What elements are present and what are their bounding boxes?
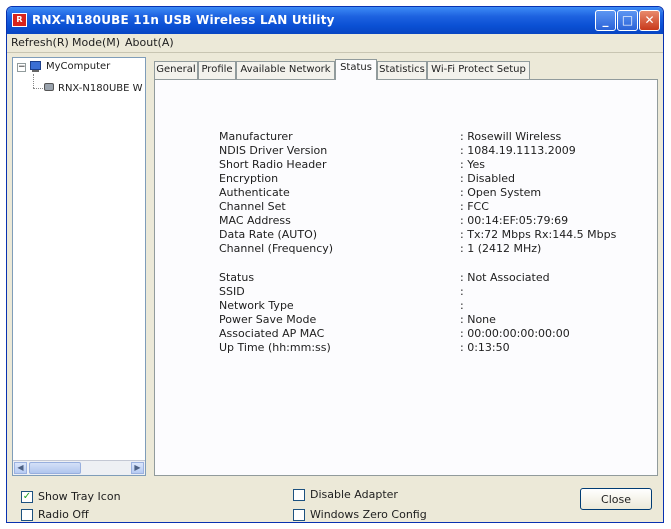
status-panel: Manufacturer : Rosewill Wireless NDIS Dr… — [154, 79, 658, 476]
menu-mode[interactable]: Mode(M) — [72, 36, 120, 49]
field-label: NDIS Driver Version — [219, 144, 328, 157]
tab-available-network[interactable]: Available Network — [236, 61, 335, 79]
field-label: Authenticate — [219, 186, 290, 199]
field-value: : 00:14:EF:05:79:69 — [460, 214, 569, 227]
field-label: Encryption — [219, 172, 279, 185]
field-value: : Open System — [460, 186, 542, 199]
field-label: Short Radio Header — [219, 158, 327, 171]
tree-item-adapter[interactable]: RNX-N180UBE W — [58, 83, 143, 94]
close-button[interactable]: Close — [580, 488, 652, 510]
app-window: R RNX-N180UBE 11n USB Wireless LAN Utili… — [6, 6, 664, 523]
radio-off-label: Radio Off — [38, 508, 89, 521]
field-value: : 0:13:50 — [460, 341, 510, 354]
menu-bar: Refresh(R) Mode(M) About(A) — [7, 34, 663, 53]
computer-icon — [30, 61, 41, 70]
field-value: : None — [460, 313, 496, 326]
tab-wifi-protect-setup[interactable]: Wi-Fi Protect Setup — [427, 61, 530, 79]
field-label: Power Save Mode — [219, 313, 317, 326]
disable-adapter-checkbox[interactable] — [293, 489, 305, 501]
field-label: Channel Set — [219, 200, 286, 213]
computer-stand — [32, 70, 39, 72]
radio-off-checkbox[interactable] — [21, 509, 33, 521]
menu-refresh[interactable]: Refresh(R) — [11, 36, 69, 49]
field-label: Data Rate (AUTO) — [219, 228, 318, 241]
tree-item-mycomputer[interactable]: MyComputer — [46, 61, 110, 72]
tab-statistics[interactable]: Statistics — [377, 61, 427, 79]
field-value: : — [460, 285, 464, 298]
scroll-thumb[interactable] — [29, 462, 81, 474]
field-label: Status — [219, 271, 255, 284]
field-label: Network Type — [219, 299, 294, 312]
field-value: : 1084.19.1113.2009 — [460, 144, 576, 157]
disable-adapter-label: Disable Adapter — [310, 488, 398, 501]
tab-strip: General Profile Available Network Status… — [154, 59, 658, 80]
windows-zero-config-label: Windows Zero Config — [310, 508, 427, 521]
show-tray-icon-label: Show Tray Icon — [38, 490, 121, 503]
field-label: MAC Address — [219, 214, 291, 227]
options-bar: ✓ Show Tray Icon Radio Off Disable Adapt… — [7, 482, 663, 522]
app-logo-icon: R — [12, 13, 27, 27]
tree-connector — [33, 88, 43, 89]
tab-status[interactable]: Status — [335, 59, 377, 80]
minimize-button[interactable]: _ — [595, 10, 616, 31]
field-label: Manufacturer — [219, 130, 293, 143]
tab-general[interactable]: General — [154, 61, 198, 79]
network-adapter-icon — [44, 83, 54, 91]
field-value: : Disabled — [460, 172, 516, 185]
title-bar[interactable]: R RNX-N180UBE 11n USB Wireless LAN Utili… — [7, 7, 663, 34]
collapse-toggle-icon[interactable]: − — [17, 63, 26, 72]
scroll-right-icon[interactable]: ▶ — [131, 462, 144, 474]
field-value: : 00:00:00:00:00:00 — [460, 327, 570, 340]
scroll-left-icon[interactable]: ◀ — [14, 462, 27, 474]
horizontal-scrollbar[interactable]: ◀ ▶ — [13, 460, 145, 475]
field-label: SSID — [219, 285, 245, 298]
field-value: : — [460, 299, 464, 312]
field-value: : Yes — [460, 158, 485, 171]
field-label: Channel (Frequency) — [219, 242, 334, 255]
device-tree: − MyComputer RNX-N180UBE W ◀ ▶ — [12, 57, 146, 476]
show-tray-icon-checkbox[interactable]: ✓ — [21, 491, 33, 503]
tree-connector — [33, 74, 34, 88]
field-value: : Rosewill Wireless — [460, 130, 562, 143]
field-value: : 1 (2412 MHz) — [460, 242, 542, 255]
field-value: : Not Associated — [460, 271, 550, 284]
window-title: RNX-N180UBE 11n USB Wireless LAN Utility — [32, 13, 335, 27]
close-window-button[interactable]: ✕ — [639, 10, 660, 31]
field-value: : Tx:72 Mbps Rx:144.5 Mbps — [460, 228, 617, 241]
field-value: : FCC — [460, 200, 489, 213]
tab-profile[interactable]: Profile — [198, 61, 236, 79]
menu-about[interactable]: About(A) — [125, 36, 174, 49]
field-label: Associated AP MAC — [219, 327, 325, 340]
maximize-button[interactable]: □ — [617, 10, 638, 31]
field-label: Up Time (hh:mm:ss) — [219, 341, 331, 354]
windows-zero-config-checkbox[interactable] — [293, 509, 305, 521]
